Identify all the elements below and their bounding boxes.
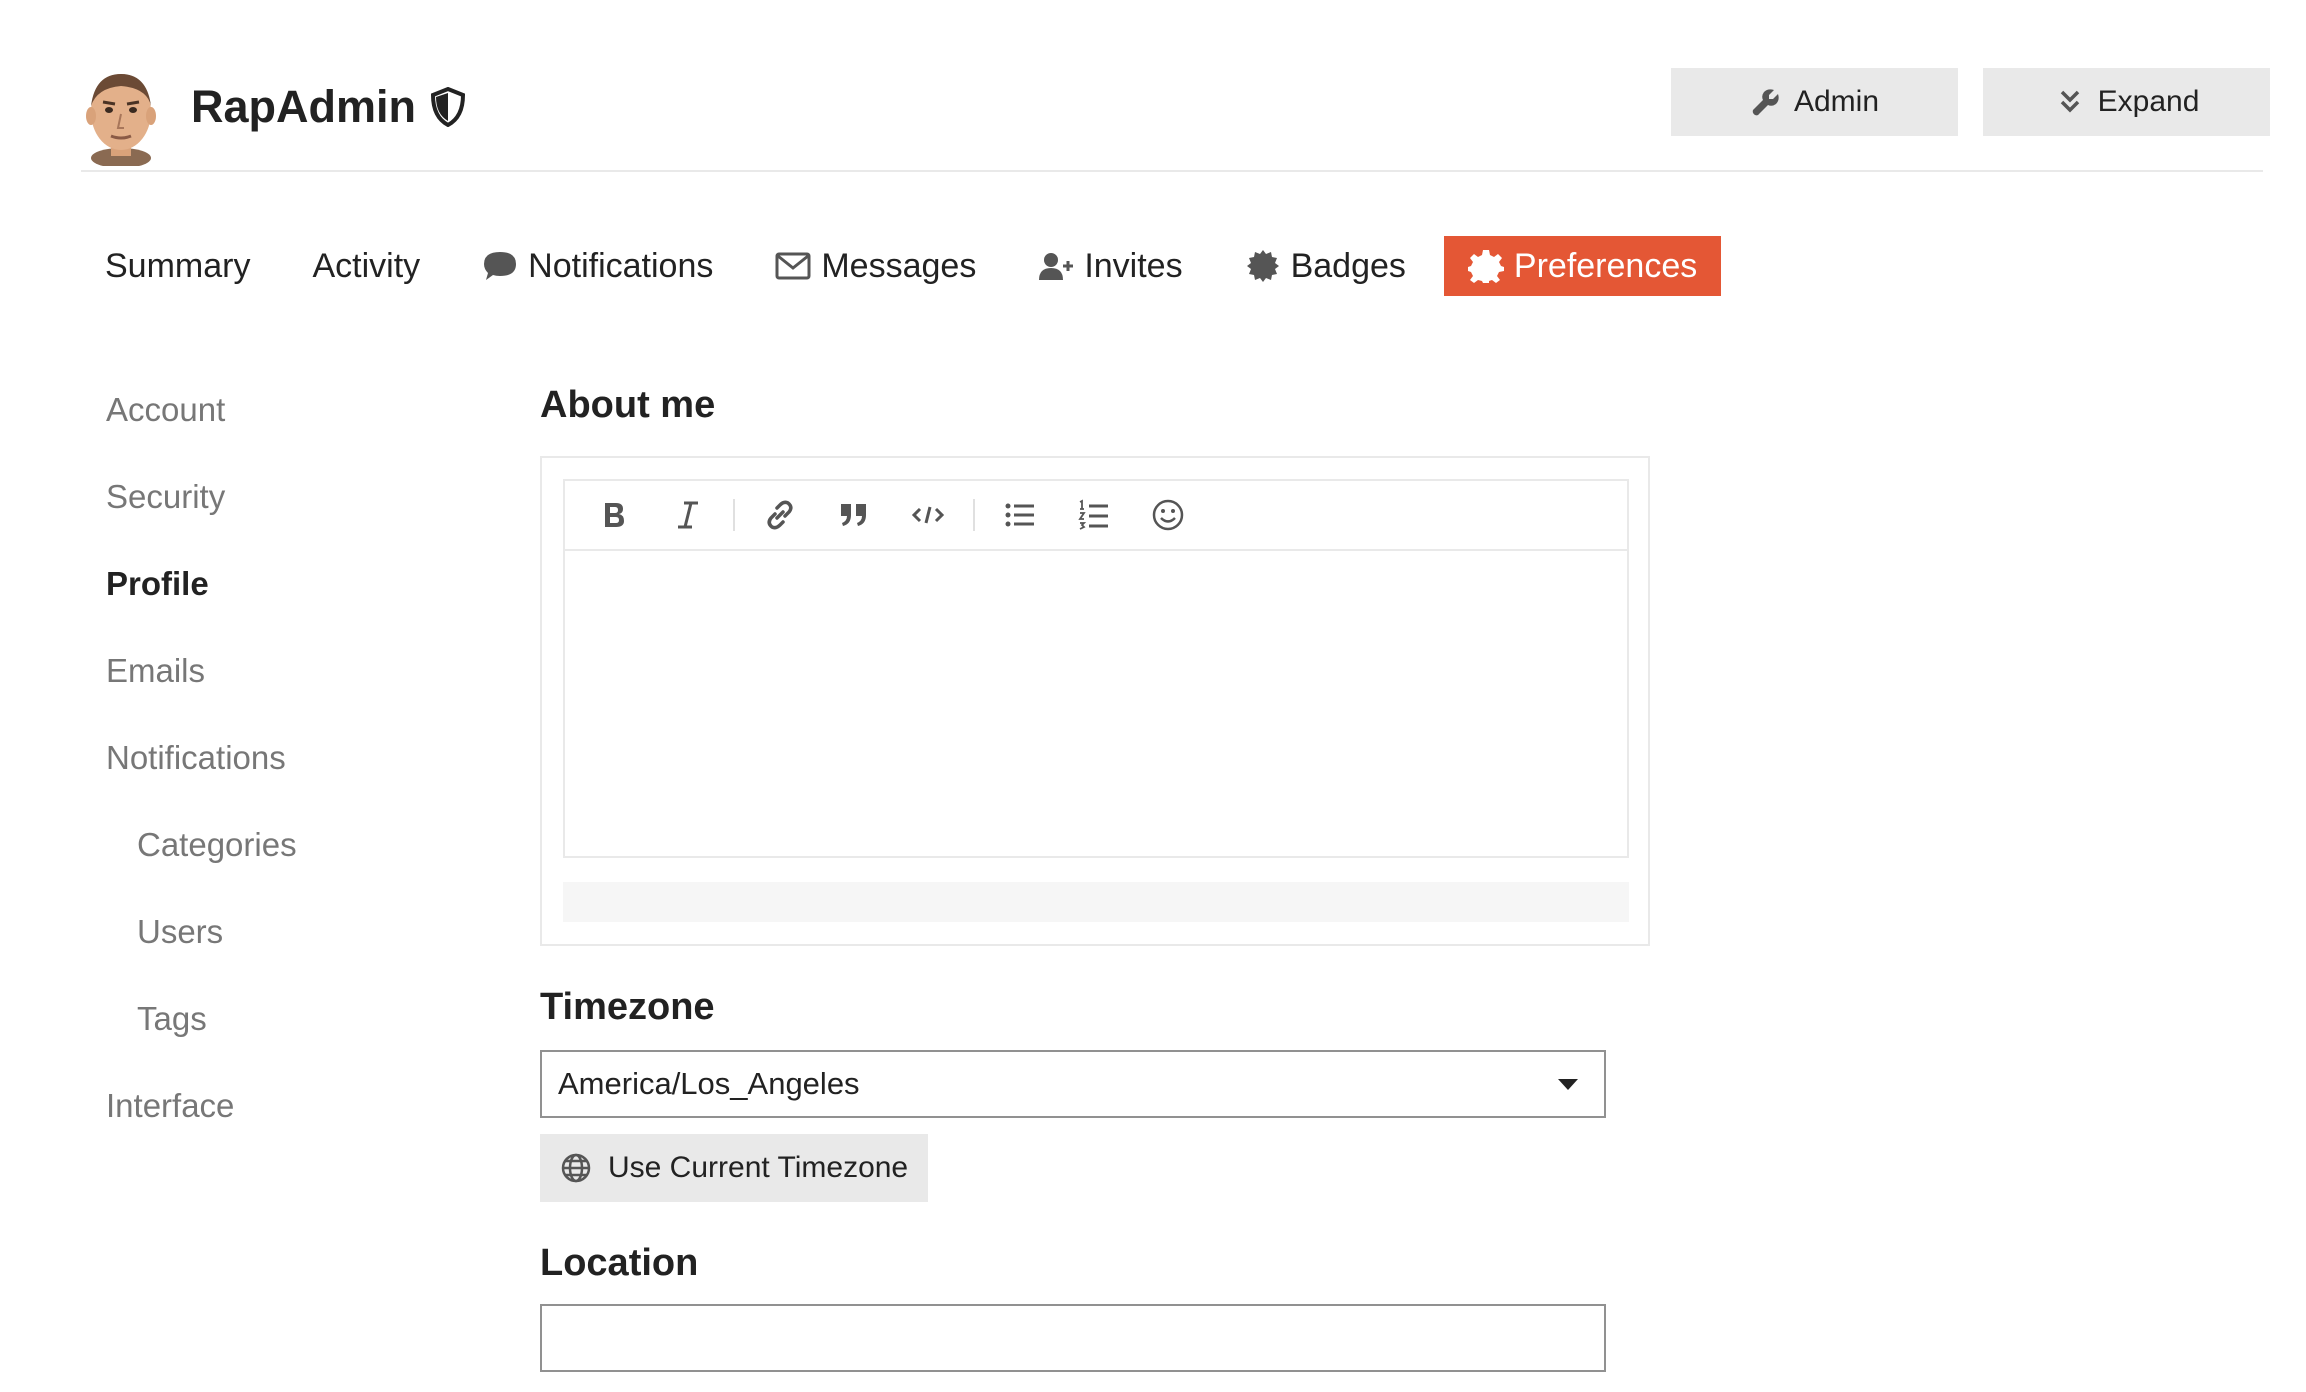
tab-messages[interactable]: Messages (751, 236, 1000, 296)
globe-icon (561, 1153, 591, 1183)
username: RapAdmin (191, 72, 466, 142)
certificate-icon (1246, 250, 1279, 282)
toolbar-divider (733, 499, 735, 531)
gear-icon (1467, 250, 1504, 283)
about-me-textarea[interactable] (565, 551, 1627, 856)
use-current-timezone-button[interactable]: Use Current Timezone (540, 1134, 928, 1202)
username-text: RapAdmin (191, 81, 416, 132)
user-nav-tabs: Summary Activity Notifications Messages … (81, 236, 1722, 296)
double-chevron-down-icon (2060, 90, 2079, 113)
sidebar-item-account[interactable]: Account (106, 380, 466, 467)
tab-preferences[interactable]: Preferences (1443, 236, 1722, 296)
emoji-button[interactable] (1131, 485, 1205, 545)
italic-button[interactable] (651, 485, 725, 545)
bold-button[interactable] (577, 485, 651, 545)
location-title: Location (540, 1242, 699, 1284)
timezone-title: Timezone (540, 986, 715, 1028)
numbered-list-button[interactable] (1057, 485, 1131, 545)
user-plus-icon (1039, 253, 1074, 280)
quote-icon (841, 504, 866, 526)
tab-label: Notifications (528, 246, 714, 285)
envelope-icon (775, 252, 811, 280)
tab-label: Badges (1290, 246, 1406, 285)
italic-icon (678, 501, 698, 529)
shield-icon (430, 87, 466, 127)
caret-down-icon (1558, 1079, 1578, 1090)
editor-toolbar (565, 481, 1627, 551)
timezone-select[interactable]: America/Los_Angeles (540, 1050, 1606, 1118)
sidebar-item-tags[interactable]: Tags (106, 989, 466, 1076)
code-button[interactable] (891, 485, 965, 545)
editor-box (563, 479, 1629, 858)
use-current-timezone-label: Use Current Timezone (608, 1151, 909, 1184)
user-header: RapAdmin Admin Expand (81, 58, 2270, 172)
quote-button[interactable] (817, 485, 891, 545)
code-icon (911, 506, 945, 524)
tab-label: Messages (821, 246, 977, 285)
sidebar-item-notifications[interactable]: Notifications (106, 728, 466, 815)
toolbar-divider (973, 499, 975, 531)
about-me-editor (540, 456, 1650, 946)
editor-preview (563, 882, 1629, 922)
admin-button[interactable]: Admin (1671, 68, 1958, 136)
link-icon (767, 500, 793, 530)
about-me-title: About me (540, 384, 716, 426)
tab-label: Preferences (1513, 246, 1698, 285)
bullet-list-icon (1005, 503, 1034, 527)
sidebar-item-profile[interactable]: Profile (106, 554, 466, 641)
sidebar-item-users[interactable]: Users (106, 902, 466, 989)
bullet-list-button[interactable] (983, 485, 1057, 545)
tab-label: Activity (312, 246, 421, 285)
timezone-value: America/Los_Angeles (558, 1066, 860, 1101)
admin-button-label: Admin (1793, 85, 1880, 118)
tab-activity[interactable]: Activity (288, 236, 444, 296)
preferences-sidebar: Account Security Profile Emails Notifica… (106, 380, 466, 1163)
tab-summary[interactable]: Summary (81, 236, 274, 296)
location-input[interactable] (540, 1304, 1606, 1372)
sidebar-item-interface[interactable]: Interface (106, 1076, 466, 1163)
profile-form: About me Timezone America/Los_Angeles Us… (540, 380, 1660, 1372)
tab-badges[interactable]: Badges (1221, 236, 1430, 296)
tab-invites[interactable]: Invites (1014, 236, 1206, 296)
sidebar-item-categories[interactable]: Categories (106, 815, 466, 902)
avatar[interactable] (81, 66, 161, 166)
numbered-list-icon (1078, 499, 1108, 530)
tab-label: Summary (105, 246, 251, 285)
sidebar-item-emails[interactable]: Emails (106, 641, 466, 728)
expand-button[interactable]: Expand (1983, 68, 2270, 136)
tab-label: Invites (1084, 246, 1183, 285)
bold-icon (605, 503, 624, 527)
tab-notifications[interactable]: Notifications (458, 236, 737, 296)
wrench-icon (1752, 89, 1779, 116)
link-button[interactable] (743, 485, 817, 545)
comment-icon (484, 252, 517, 280)
sidebar-item-security[interactable]: Security (106, 467, 466, 554)
expand-button-label: Expand (2097, 85, 2200, 118)
emoji-icon (1152, 499, 1184, 531)
